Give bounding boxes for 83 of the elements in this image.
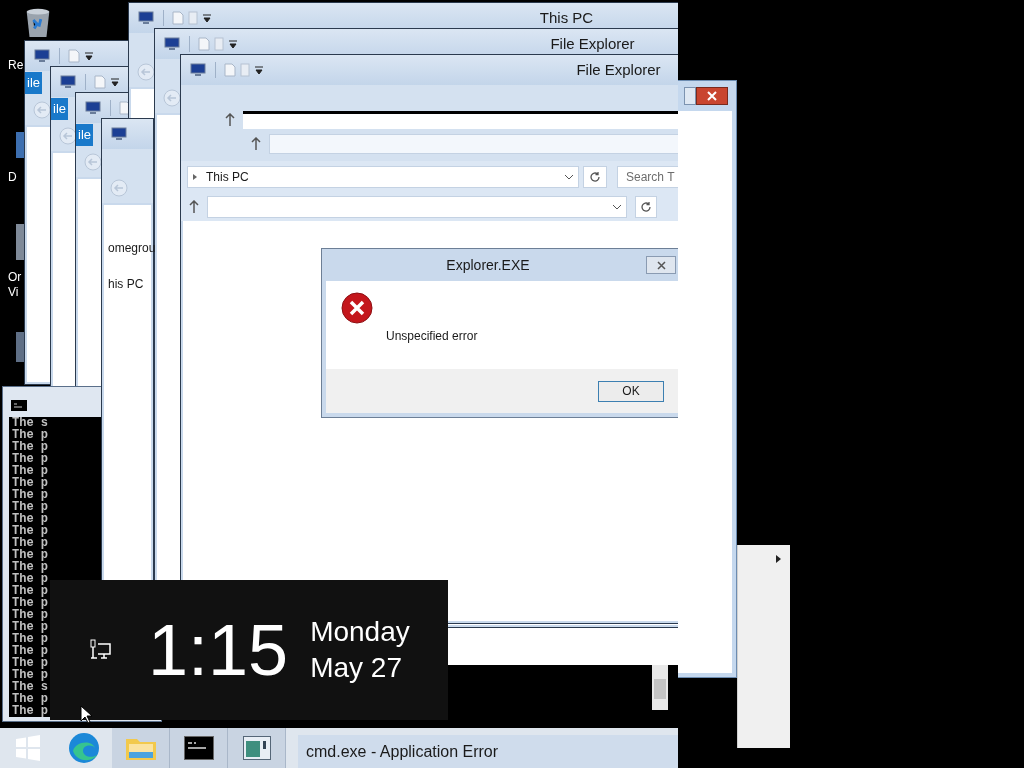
console-line: The p [12, 705, 48, 717]
dropdown-icon[interactable] [254, 65, 264, 75]
console-line: The p [12, 621, 48, 633]
console-line: The p [12, 453, 48, 465]
file-tab[interactable]: ile [25, 72, 42, 94]
refresh-button[interactable] [583, 166, 607, 188]
file-tab[interactable]: ile [76, 124, 93, 146]
computer-icon [33, 49, 51, 63]
console-line: The p [12, 525, 48, 537]
console-line: The p [12, 549, 48, 561]
console-line: The p [12, 537, 48, 549]
network-icon [90, 639, 112, 661]
console-line: The p [12, 669, 48, 681]
dropdown-icon[interactable] [228, 39, 238, 49]
address-text: This PC [206, 169, 250, 186]
window-title: File Explorer [575, 59, 662, 80]
computer-icon [189, 63, 207, 77]
desktop-icon-label[interactable]: Vi [8, 285, 22, 300]
window-title: This PC [538, 7, 595, 28]
maximize-button[interactable] [684, 87, 696, 105]
computer-icon [59, 75, 77, 89]
console-line: The s [12, 681, 48, 693]
desktop-icon-label[interactable]: Or [8, 270, 22, 285]
window-title: cmd.exe - Application Error [306, 741, 499, 762]
expand-arrow-icon[interactable] [192, 173, 198, 181]
console-line: The p [12, 657, 48, 669]
computer-icon [110, 127, 128, 141]
console-line: The p [12, 597, 48, 609]
console-icon[interactable] [183, 736, 214, 760]
computer-icon [137, 11, 155, 25]
console-line: The p [12, 501, 48, 513]
clock-date: May 27 [310, 651, 403, 685]
console-line: The p [12, 441, 48, 453]
window-title: File Explorer [549, 33, 636, 54]
clock-day: Monday [310, 614, 410, 650]
computer-icon [163, 37, 181, 51]
console-line: The p [12, 645, 48, 657]
refresh-icon[interactable] [589, 171, 601, 183]
console-line: The p [12, 513, 48, 525]
up-arrow-icon[interactable] [225, 113, 235, 127]
refresh-icon[interactable] [640, 201, 652, 213]
desktop-icon-label[interactable]: Re [8, 58, 24, 73]
dropdown-icon[interactable] [110, 77, 120, 87]
console-line: The p [12, 429, 48, 441]
console-line: The p [12, 465, 48, 477]
scrollbar[interactable] [652, 665, 668, 710]
chevron-down-icon[interactable] [612, 203, 622, 211]
error-message: Unspecified error [386, 328, 479, 345]
submenu-arrow-icon [776, 555, 781, 563]
chevron-down-icon[interactable] [564, 173, 574, 181]
console-line: The p [12, 477, 48, 489]
mouse-pointer-icon [80, 705, 92, 724]
ok-button[interactable]: OK [598, 380, 664, 402]
computer-icon [84, 101, 102, 115]
refresh-button[interactable] [635, 196, 657, 218]
clock-time: 1:15 [148, 610, 289, 690]
dropdown-icon[interactable] [84, 51, 94, 61]
console-icon [11, 400, 27, 411]
console-line: The p [12, 573, 48, 585]
console-line: The p [12, 489, 48, 501]
close-button[interactable] [696, 87, 728, 105]
desktop-icon-label[interactable]: D [8, 170, 17, 185]
close-icon [656, 260, 666, 270]
search-field[interactable]: Search T [617, 166, 678, 188]
console-line: The p [12, 693, 48, 705]
console-line: The s [12, 417, 48, 429]
address-field[interactable]: This PC [187, 166, 579, 188]
console-line: The p [12, 561, 48, 573]
nav-item[interactable]: his PC [108, 277, 144, 291]
dropdown-icon[interactable] [202, 13, 212, 23]
taskbar-button[interactable] [170, 728, 228, 768]
error-icon [340, 291, 374, 325]
console-line: The p [12, 633, 48, 645]
up-arrow-icon[interactable] [189, 200, 199, 214]
console-line: The p [12, 585, 48, 597]
dialog-title: Explorer.EXE [445, 255, 531, 275]
file-tab[interactable]: ile [51, 98, 68, 120]
close-button[interactable] [646, 256, 676, 274]
browser-icon[interactable] [67, 731, 101, 765]
close-icon [707, 91, 717, 101]
console-line: The p [12, 609, 48, 621]
up-arrow-icon[interactable] [251, 137, 261, 151]
window-app-icon[interactable] [242, 736, 271, 760]
